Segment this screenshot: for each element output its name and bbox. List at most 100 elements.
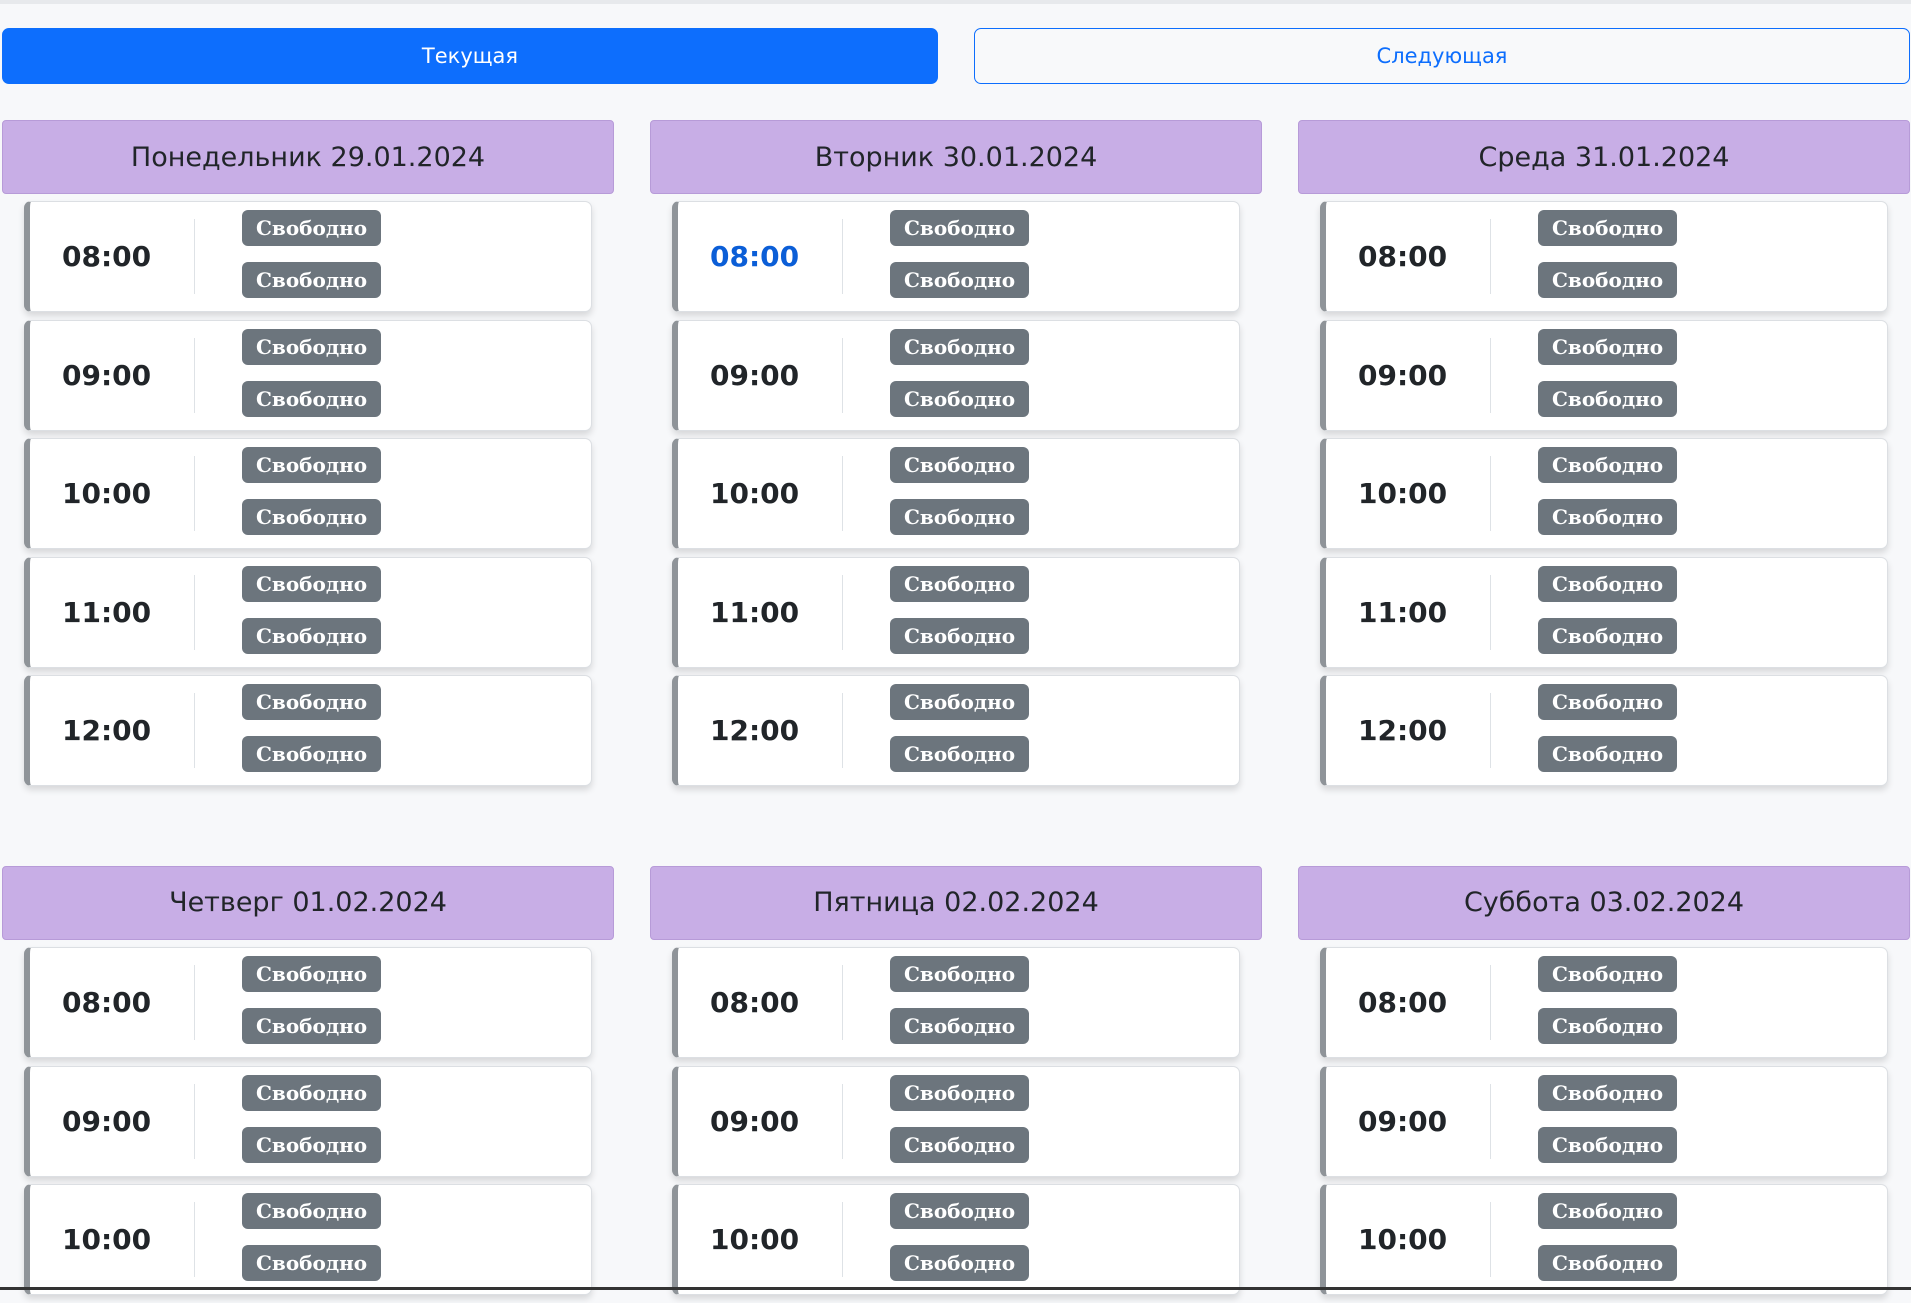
time-slot-card[interactable]: 09:00 Свободно Свободно [672,1065,1240,1177]
status-badge[interactable]: Свободно [890,499,1030,536]
status-badge[interactable]: Свободно [890,684,1030,721]
status-badge[interactable]: Свободно [1538,447,1678,484]
slot-divider [1490,337,1491,413]
status-badge[interactable]: Свободно [242,955,382,992]
slot-divider [1490,693,1491,769]
day-header: Среда 31.01.2024 [1298,120,1910,194]
slot-time: 09:00 [1358,358,1448,392]
time-slot-card[interactable]: 10:00 Свободно Свободно [1320,1184,1888,1296]
time-slot-card[interactable]: 09:00 Свободно Свободно [24,1065,592,1177]
status-badge[interactable]: Свободно [1538,499,1678,536]
status-badge[interactable]: Свободно [242,1126,382,1163]
time-slot-card[interactable]: 12:00 Свободно Свободно [1320,675,1888,787]
time-slot-card[interactable]: 10:00 Свободно Свободно [1320,438,1888,550]
status-badge[interactable]: Свободно [242,736,382,773]
status-badge[interactable]: Свободно [1538,1074,1678,1111]
slot-divider [842,693,843,769]
time-slot-card[interactable]: 08:00 Свободно Свободно [24,201,592,312]
time-slot-card[interactable]: 08:00 Свободно Свободно [672,946,1240,1058]
status-badge[interactable]: Свободно [1538,380,1678,417]
status-badge[interactable]: Свободно [1538,684,1678,721]
status-badge[interactable]: Свободно [1538,1126,1678,1163]
time-slot-card[interactable]: 12:00 Свободно Свободно [672,675,1240,787]
day-column: Понедельник 29.01.2024 08:00 Свободно Свобо… [2,120,614,794]
slot-divider [194,574,195,650]
time-slot-card[interactable]: 09:00 Свободно Свободно [672,319,1240,431]
slot-divider [194,693,195,769]
time-slot-card[interactable]: 09:00 Свободно Свободно [1320,319,1888,431]
status-badge[interactable]: Свободно [890,1126,1030,1163]
status-badge[interactable]: Свободно [242,1193,382,1230]
status-badge[interactable]: Свободно [1538,1007,1678,1044]
slot-divider [842,337,843,413]
time-slot-card[interactable]: 11:00 Свободно Свободно [1320,556,1888,668]
status-badge[interactable]: Свободно [1538,1193,1678,1230]
status-badge[interactable]: Свободно [242,1007,382,1044]
slot-time: 09:00 [710,1104,800,1138]
slot-divider [194,964,195,1040]
time-slot-card[interactable]: 12:00 Свободно Свободно [24,675,592,787]
day-column: Вторник 30.01.2024 08:00 Свободно Свободно 0… [650,120,1262,794]
time-slot-card[interactable]: 09:00 Свободно Свободно [24,319,592,431]
status-badge[interactable]: Свободно [1538,262,1678,298]
time-slot-card[interactable]: 11:00 Свободно Свободно [672,556,1240,668]
day-header: Понедельник 29.01.2024 [2,120,614,194]
slot-time: 10:00 [1358,1223,1448,1257]
time-slot-card[interactable]: 10:00 Свободно Свободно [24,1184,592,1296]
slot-divider [1490,1083,1491,1159]
status-badge[interactable]: Свободно [242,1074,382,1111]
status-badge[interactable]: Свободно [890,262,1030,298]
day-header: Вторник 30.01.2024 [650,120,1262,194]
time-slot-list: 08:00 Свободно Свободно 09:00 Свободно Свобод… [1298,194,1910,787]
slot-time: 08:00 [62,240,152,273]
time-slot-card[interactable]: 10:00 Свободно Свободно [24,438,592,550]
time-slot-card[interactable]: 08:00 Свободно Свободно [1320,201,1888,312]
status-badge[interactable]: Свободно [1538,210,1678,246]
status-badge[interactable]: Свободно [890,1245,1030,1282]
status-badge[interactable]: Свободно [242,328,382,365]
slot-divider [1490,574,1491,650]
status-badge[interactable]: Свободно [242,447,382,484]
slot-time: 08:00 [710,985,800,1019]
status-badge[interactable]: Свободно [242,617,382,654]
status-badge[interactable]: Свободно [890,1007,1030,1044]
status-badge[interactable]: Свободно [890,380,1030,417]
status-badge[interactable]: Свободно [890,1193,1030,1230]
status-badge[interactable]: Свободно [890,736,1030,773]
status-badge[interactable]: Свободно [890,565,1030,602]
status-badge[interactable]: Свободно [242,684,382,721]
status-badge[interactable]: Свободно [1538,955,1678,992]
next-week-button[interactable]: Следующая [974,28,1910,84]
time-slot-card[interactable]: 10:00 Свободно Свободно [672,438,1240,550]
status-badge[interactable]: Свободно [890,1074,1030,1111]
time-slot-card[interactable]: 08:00 Свободно Свободно [672,201,1240,312]
slot-time: 12:00 [62,714,152,748]
time-slot-card[interactable]: 09:00 Свободно Свободно [1320,1065,1888,1177]
status-badge[interactable]: Свободно [1538,328,1678,365]
time-slot-card[interactable]: 08:00 Свободно Свободно [24,946,592,1058]
status-badge[interactable]: Свободно [1538,617,1678,654]
top-divider [0,0,1911,4]
status-badge[interactable]: Свободно [890,328,1030,365]
status-badge[interactable]: Свободно [890,955,1030,992]
time-slot-card[interactable]: 08:00 Свободно Свободно [1320,946,1888,1058]
slot-time: 11:00 [62,595,152,629]
status-badge[interactable]: Свободно [242,380,382,417]
time-slot-card[interactable]: 11:00 Свободно Свободно [24,556,592,668]
status-badge[interactable]: Свободно [890,447,1030,484]
status-badge[interactable]: Свободно [1538,1245,1678,1282]
status-badge[interactable]: Свободно [890,617,1030,654]
status-badge[interactable]: Свободно [242,499,382,536]
current-week-button[interactable]: Текущая [2,28,938,84]
status-badge[interactable]: Свободно [242,565,382,602]
status-badge[interactable]: Свободно [242,1245,382,1282]
status-badge[interactable]: Свободно [1538,736,1678,773]
time-slot-card[interactable]: 10:00 Свободно Свободно [672,1184,1240,1296]
slot-time: 11:00 [1358,595,1448,629]
status-badge[interactable]: Свободно [242,210,382,246]
status-badge[interactable]: Свободно [242,262,382,298]
day-header: Суббота 03.02.2024 [1298,865,1910,940]
slot-divider [842,219,843,294]
status-badge[interactable]: Свободно [890,210,1030,246]
status-badge[interactable]: Свободно [1538,565,1678,602]
